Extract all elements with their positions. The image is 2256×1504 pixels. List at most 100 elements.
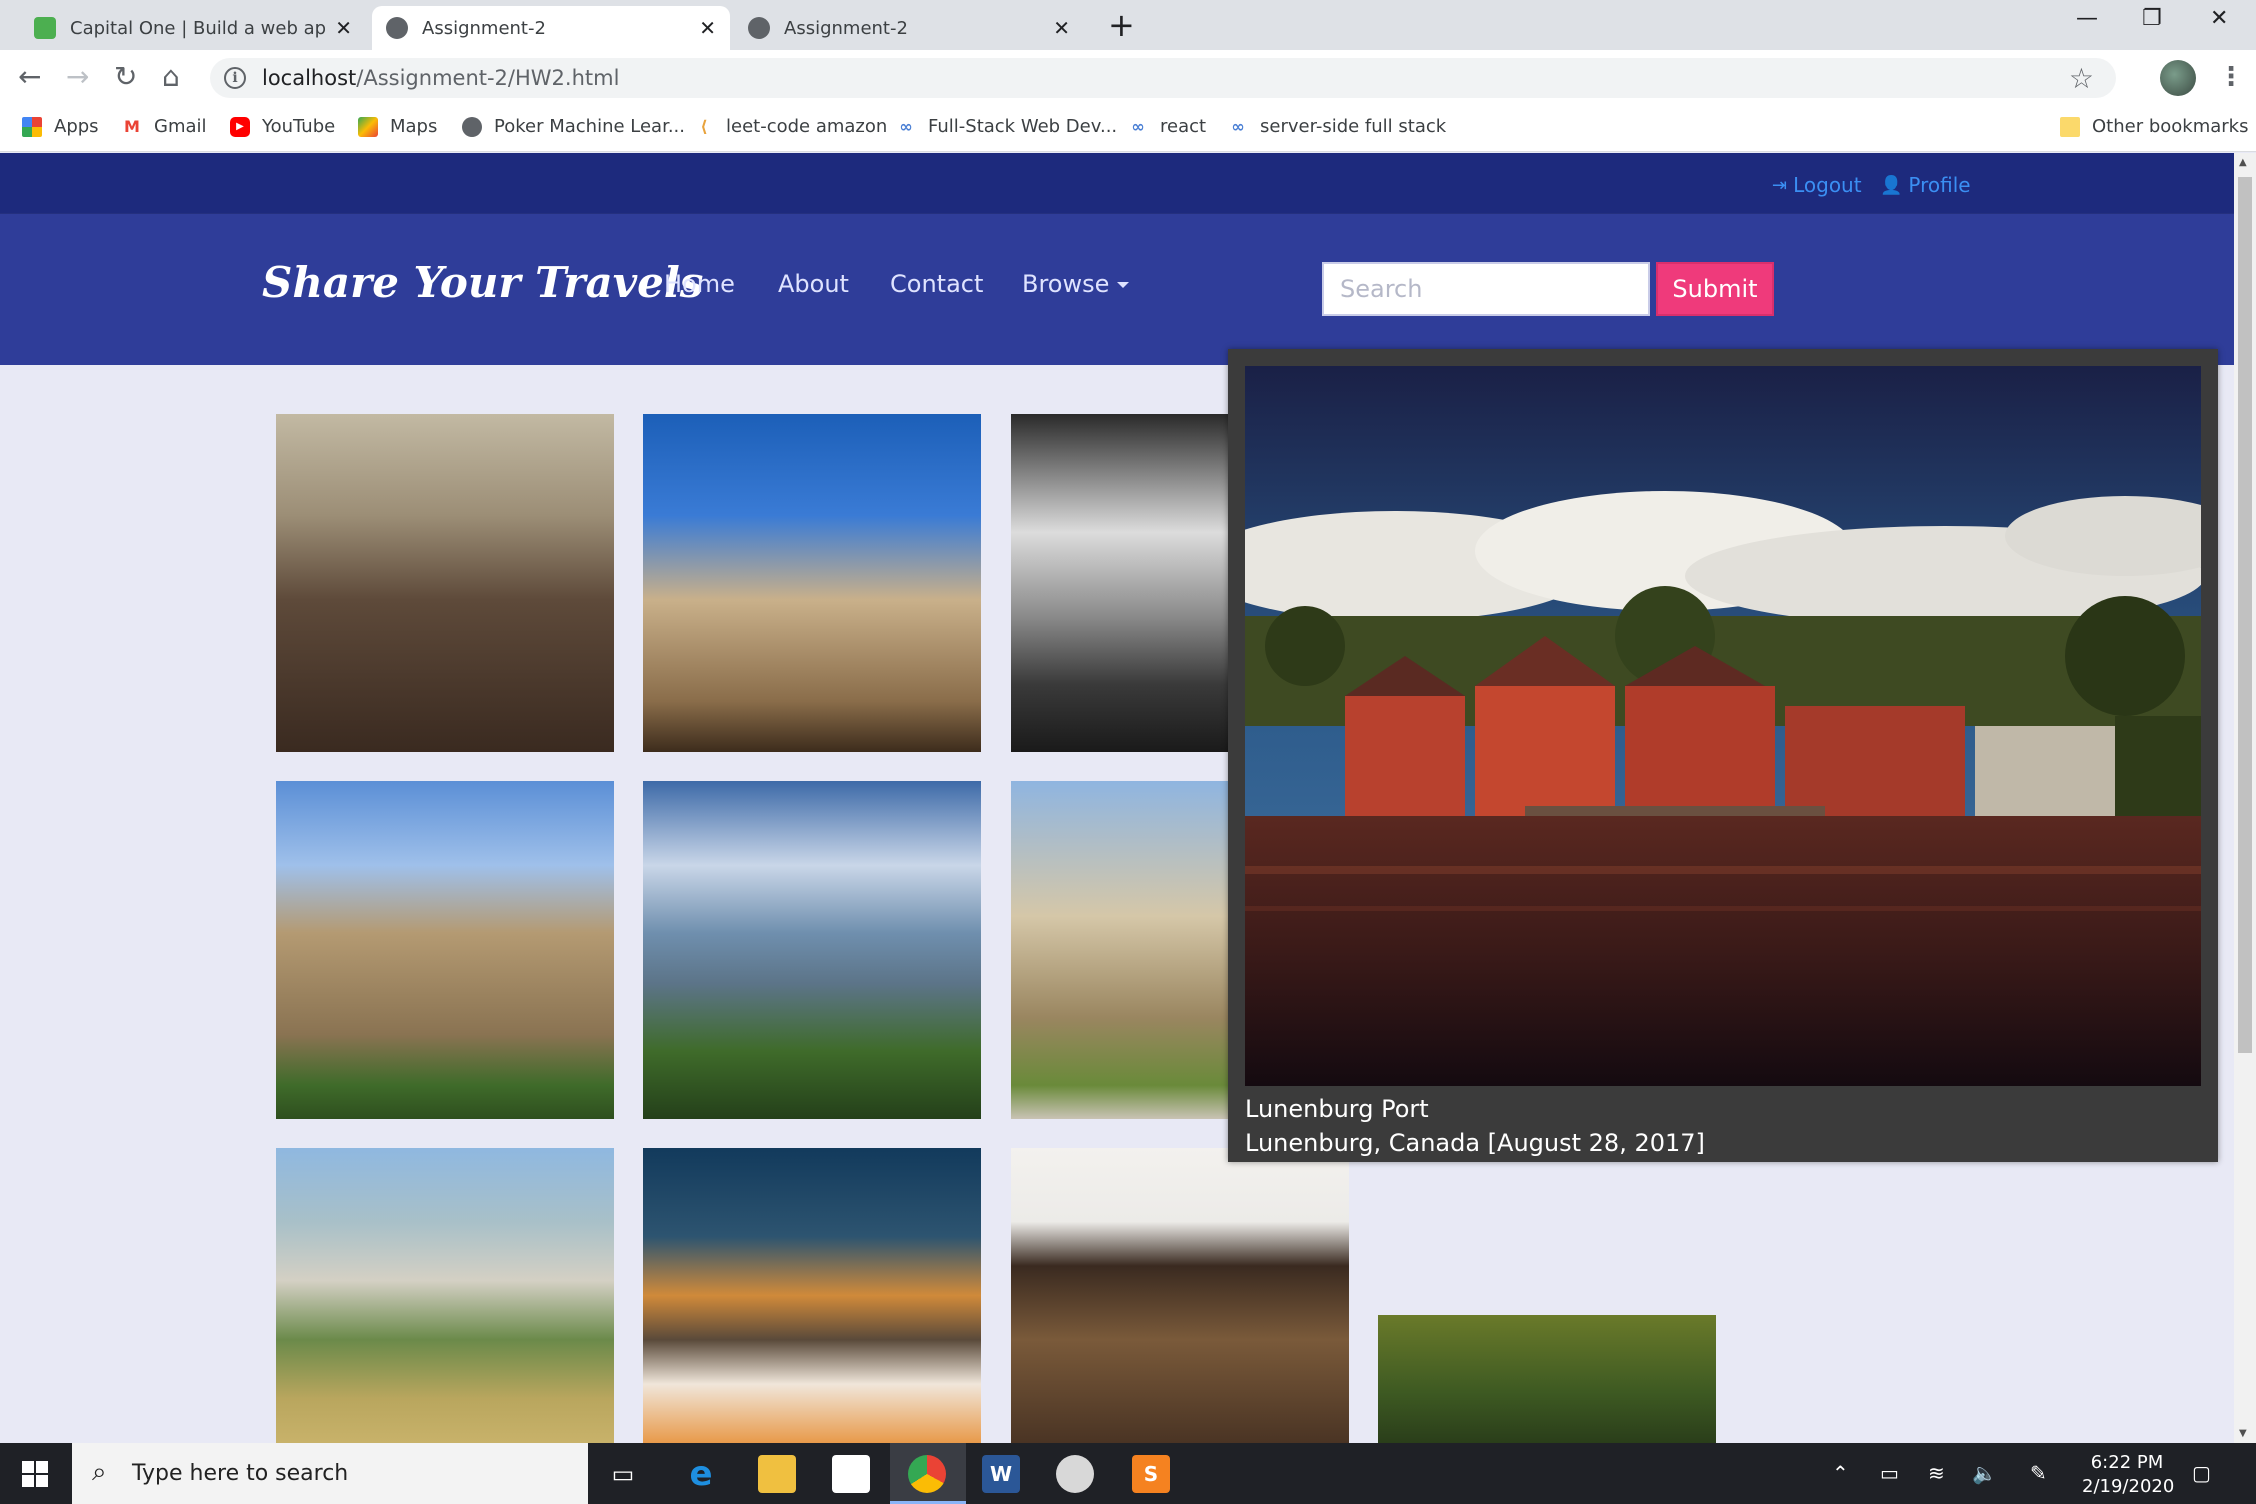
other-bookmarks[interactable]: Other bookmarks [2060,116,2248,137]
url-text[interactable]: localhost/Assignment-2/HW2.html [262,66,619,90]
scroll-down-arrow-icon[interactable]: ▼ [2239,1428,2247,1439]
bookmark-react[interactable]: ∞ react [1128,116,1206,137]
gallery-thumbnail[interactable] [643,781,981,1119]
windows-taskbar: ⌕ Type here to search ▭ e W S ⌃ ▭ ≋ 🔈 ✎ … [0,1443,2256,1504]
home-button[interactable]: ⌂ [162,62,180,92]
tab-assignment-2-active[interactable]: Assignment-2 ✕ [372,6,730,50]
scroll-up-arrow-icon[interactable]: ▲ [2239,157,2247,168]
globe-icon [386,17,408,39]
reload-button[interactable]: ↻ [114,62,137,92]
battery-icon[interactable]: ▭ [1880,1461,1899,1485]
address-bar[interactable]: i localhost/Assignment-2/HW2.html ☆ [210,58,2116,98]
link-icon: ∞ [1131,117,1145,136]
scrollbar-thumb[interactable] [2238,177,2252,1053]
bookmark-label: Maps [390,116,438,137]
chrome-icon[interactable] [908,1455,946,1493]
forward-button[interactable]: → [66,62,89,92]
bookmark-gmail[interactable]: M Gmail [122,116,207,137]
tab-capital-one[interactable]: Capital One | Build a web app to ✕ [20,6,366,50]
gmail-icon: M [124,117,140,136]
tab-title: Assignment-2 [422,17,546,39]
nav-about[interactable]: About [778,270,849,298]
url-path: /Assignment-2/HW2.html [356,66,620,90]
notifications-icon[interactable]: ▢ [2192,1461,2211,1485]
nav-browse[interactable]: Browse [1022,270,1130,298]
profile-avatar[interactable] [2160,60,2196,96]
logout-label: Logout [1793,173,1862,197]
bookmark-youtube[interactable]: ▶ YouTube [230,116,335,137]
tab-assignment-2[interactable]: Assignment-2 ✕ [734,6,1084,50]
bookmark-leetcode[interactable]: ⟨ leet-code amazon [694,116,887,137]
site-brand[interactable]: Share Your Travels [262,258,703,307]
link-icon: ∞ [899,117,913,136]
logout-icon: ⇥ [1772,174,1788,196]
info-icon[interactable]: i [224,67,246,89]
clock-time: 6:22 PM [2090,1452,2164,1473]
bookmark-apps[interactable]: Apps [22,116,99,137]
store-icon[interactable] [832,1455,870,1493]
window-close-button[interactable]: ✕ [2210,6,2228,31]
lock-icon [34,17,56,39]
gallery-thumbnail[interactable] [643,1148,981,1443]
restore-button[interactable]: ❐ [2142,6,2162,31]
bookmark-label: Poker Machine Lear... [494,116,686,137]
bookmarks-bar: Apps M Gmail ▶ YouTube Maps Poker Machin… [0,106,2256,152]
volume-icon[interactable]: 🔈 [1972,1461,1997,1485]
youtube-icon: ▶ [230,116,250,137]
search-icon: ⌕ [92,1457,107,1487]
folder-icon [2060,116,2080,137]
gallery-thumbnail[interactable] [276,1148,614,1443]
minimize-button[interactable]: — [2076,6,2098,31]
bookmark-label: react [1160,116,1207,137]
user-icon: 👤 [1880,174,1903,196]
gallery-thumbnail[interactable] [276,781,614,1119]
menu-kebab-icon[interactable]: ⋮ [2218,62,2244,92]
caret-down-icon [1117,282,1130,288]
search-input[interactable] [1322,262,1650,316]
bookmark-label: Full-Stack Web Dev... [928,116,1118,137]
taskbar-clock[interactable]: 6:22 PM 2/19/2020 [2082,1451,2174,1499]
gallery-thumbnail[interactable] [1011,781,1228,1119]
bookmark-label: Gmail [154,116,207,137]
show-hidden-icons-icon[interactable]: ⌃ [1832,1461,1849,1485]
edge-icon[interactable]: e [682,1454,720,1494]
bookmark-server-side[interactable]: ∞ server-side full stack [1228,116,1446,137]
close-icon[interactable]: ✕ [699,16,716,40]
taskbar-search-box[interactable]: ⌕ Type here to search [72,1443,588,1504]
bookmark-label: server-side full stack [1260,116,1447,137]
gallery-thumbnail[interactable] [276,414,614,752]
bookmark-poker[interactable]: Poker Machine Lear... [462,116,685,137]
bookmark-star-icon[interactable]: ☆ [2069,62,2094,95]
nav-home[interactable]: Home [664,270,735,298]
close-icon[interactable]: ✕ [335,16,352,40]
profile-link[interactable]: 👤 Profile [1880,173,1971,197]
nav-contact[interactable]: Contact [890,270,983,298]
browser-toolbar: ← → ↻ ⌂ i localhost/Assignment-2/HW2.htm… [0,50,2256,106]
bookmark-maps[interactable]: Maps [358,116,437,137]
word-icon[interactable]: W [982,1455,1020,1493]
gallery-thumbnail[interactable] [643,414,981,752]
new-tab-button[interactable]: + [1108,8,1135,42]
globe-icon [748,17,770,39]
photo-preview-popup: Lunenburg Port Lunenburg, Canada [August… [1228,349,2218,1162]
taskbar-search-placeholder: Type here to search [132,1461,349,1486]
submit-button[interactable]: Submit [1656,262,1774,316]
top-utility-bar: ⇥ Logout 👤 Profile [0,153,2234,213]
bookmark-fullstack[interactable]: ∞ Full-Stack Web Dev... [896,116,1117,137]
preview-photo [1245,366,2201,1086]
logout-link[interactable]: ⇥ Logout [1772,173,1862,197]
file-explorer-icon[interactable] [758,1455,796,1493]
gallery-thumbnail[interactable] [1378,1315,1716,1443]
task-view-icon[interactable]: ▭ [604,1455,642,1493]
maps-icon [358,116,378,137]
back-button[interactable]: ← [18,62,41,92]
windows-start-icon[interactable] [22,1461,48,1487]
close-icon[interactable]: ✕ [1053,16,1070,40]
page-scrollbar[interactable]: ▲ ▼ [2234,153,2256,1443]
app-icon[interactable] [1056,1455,1094,1493]
sublime-text-icon[interactable]: S [1132,1455,1170,1493]
wifi-icon[interactable]: ≋ [1928,1461,1945,1485]
gallery-thumbnail[interactable] [1011,1148,1349,1443]
tab-strip: Capital One | Build a web app to ✕ Assig… [0,0,2256,50]
pen-icon[interactable]: ✎ [2030,1461,2047,1485]
